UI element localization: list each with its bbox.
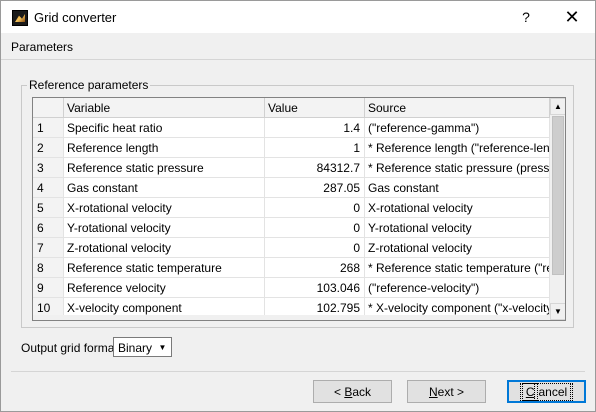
- chevron-down-icon[interactable]: ▼: [156, 341, 169, 354]
- cell-value[interactable]: 84312.7: [265, 158, 365, 178]
- close-button[interactable]: ✕: [549, 1, 595, 33]
- cell-value[interactable]: 1.4: [265, 118, 365, 138]
- cell-value[interactable]: 0: [265, 218, 365, 238]
- output-format-label: Output grid format: [21, 341, 118, 355]
- cell-source[interactable]: X-rotational velocity: [365, 198, 550, 218]
- cell-value[interactable]: 103.046: [265, 278, 365, 298]
- cell-variable[interactable]: Y-rotational velocity: [64, 218, 265, 238]
- cell-variable[interactable]: Gas constant: [64, 178, 265, 198]
- cell-num: 7: [33, 238, 64, 258]
- cell-source[interactable]: ("reference-gamma"): [365, 118, 550, 138]
- cell-num: 3: [33, 158, 64, 178]
- cell-value[interactable]: 287.05: [265, 178, 365, 198]
- table-row[interactable]: 8 Reference static temperature 268 * Refere…: [33, 258, 550, 278]
- cell-source[interactable]: ("reference-velocity"): [365, 278, 550, 298]
- cell-num: 4: [33, 178, 64, 198]
- vertical-scrollbar[interactable]: ▲ ▼: [550, 98, 565, 320]
- cell-variable[interactable]: X-rotational velocity: [64, 198, 265, 218]
- table-row[interactable]: 6 Y-rotational velocity 0 Y-rotational velo…: [33, 218, 550, 238]
- cancel-label: Cancel: [519, 382, 574, 401]
- help-button[interactable]: ?: [503, 1, 549, 33]
- cell-num: 9: [33, 278, 64, 298]
- cell-variable[interactable]: Reference static pressure: [64, 158, 265, 178]
- header-source[interactable]: Source: [365, 98, 550, 118]
- dialog-window: Grid converter ? ✕ Parameters Reference …: [0, 0, 596, 412]
- output-format-select[interactable]: Binary ▼: [113, 337, 172, 357]
- header-value[interactable]: Value: [265, 98, 365, 118]
- table-row[interactable]: 3 Reference static pressure 84312.7 * Refer…: [33, 158, 550, 178]
- cell-variable[interactable]: Reference velocity: [64, 278, 265, 298]
- header-num: [33, 98, 64, 118]
- horizontal-scrollbar[interactable]: [33, 315, 550, 320]
- cell-num: 6: [33, 218, 64, 238]
- divider: [11, 371, 585, 372]
- back-button[interactable]: < Back: [313, 380, 392, 403]
- cancel-button[interactable]: Cancel: [507, 380, 586, 403]
- cell-num: 5: [33, 198, 64, 218]
- table-row[interactable]: 2 Reference length 1 * Reference length ("r…: [33, 138, 550, 158]
- table-row[interactable]: 5 X-rotational velocity 0 X-rotational velo…: [33, 198, 550, 218]
- table-row[interactable]: 7 Z-rotational velocity 0 Z-rotational velo…: [33, 238, 550, 258]
- parameters-header: Parameters: [1, 33, 595, 60]
- chevron-up-icon[interactable]: ▲: [550, 98, 565, 115]
- cell-num: 8: [33, 258, 64, 278]
- cell-source[interactable]: Y-rotational velocity: [365, 218, 550, 238]
- chevron-down-icon[interactable]: ▼: [550, 303, 565, 320]
- next-label: Next >: [428, 384, 465, 399]
- cell-variable[interactable]: Z-rotational velocity: [64, 238, 265, 258]
- back-label: < Back: [333, 384, 372, 399]
- table-row[interactable]: 1 Specific heat ratio 1.4 ("reference-gamma…: [33, 118, 550, 138]
- cell-num: 1: [33, 118, 64, 138]
- cell-value[interactable]: 1: [265, 138, 365, 158]
- cell-source[interactable]: Gas constant: [365, 178, 550, 198]
- cell-value[interactable]: 0: [265, 198, 365, 218]
- output-format-value: Binary: [118, 341, 153, 355]
- cell-variable[interactable]: Reference length: [64, 138, 265, 158]
- table-header-row: Variable Value Source: [33, 98, 550, 118]
- header-variable[interactable]: Variable: [64, 98, 265, 118]
- window-title: Grid converter: [34, 10, 117, 25]
- next-button[interactable]: Next >: [407, 380, 486, 403]
- group-legend: Reference parameters: [27, 78, 151, 92]
- cell-value[interactable]: 268: [265, 258, 365, 278]
- cell-source[interactable]: * Reference static temperature ("refere: [365, 258, 550, 278]
- scrollbar-thumb[interactable]: [552, 116, 564, 275]
- cell-variable[interactable]: Reference static temperature: [64, 258, 265, 278]
- parameters-table: Variable Value Source 1 Specific heat rat…: [32, 97, 566, 321]
- table-row[interactable]: 9 Reference velocity 103.046 ("reference-ve…: [33, 278, 550, 298]
- title-bar[interactable]: Grid converter ? ✕: [1, 1, 595, 33]
- app-logo-icon: [12, 10, 28, 26]
- cell-variable[interactable]: Specific heat ratio: [64, 118, 265, 138]
- cell-source[interactable]: * Reference length ("reference-length": [365, 138, 550, 158]
- cell-source[interactable]: Z-rotational velocity: [365, 238, 550, 258]
- cell-value[interactable]: 0: [265, 238, 365, 258]
- parameters-label: Parameters: [11, 40, 74, 54]
- table-row[interactable]: 4 Gas constant 287.05 Gas constant: [33, 178, 550, 198]
- cell-num: 2: [33, 138, 64, 158]
- cell-source[interactable]: * Reference static pressure (pressure-fa: [365, 158, 550, 178]
